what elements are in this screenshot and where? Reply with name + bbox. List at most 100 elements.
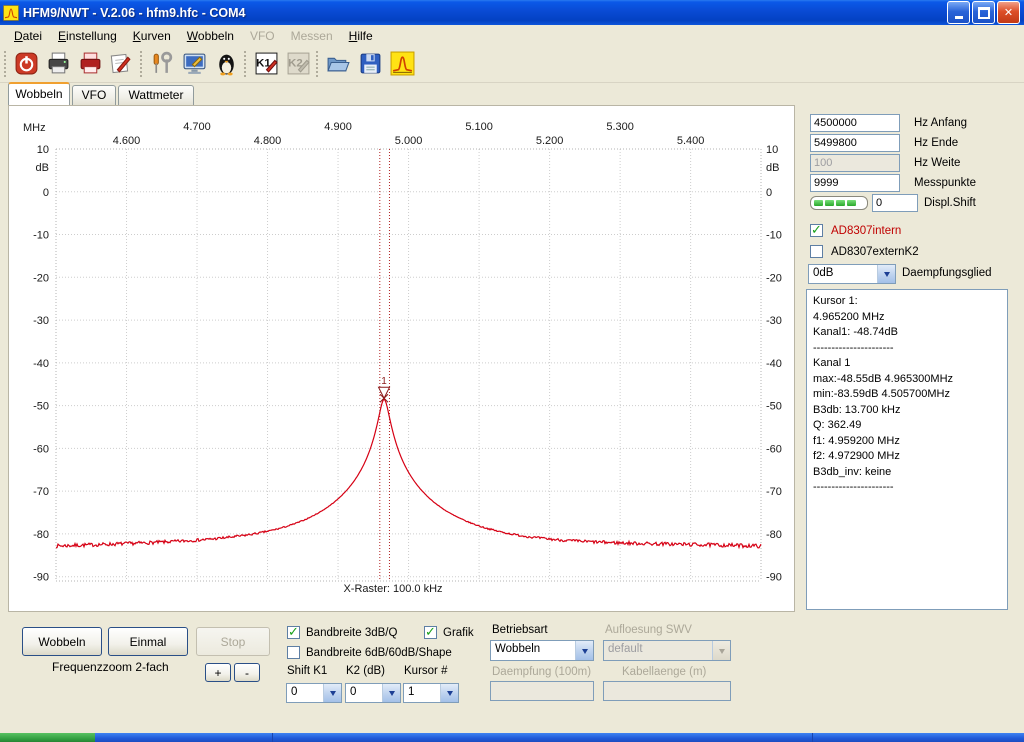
close-button[interactable]: ✕: [997, 1, 1020, 24]
menu-wobbeln[interactable]: Wobbeln: [179, 26, 242, 46]
toolbar-handle[interactable]: [316, 51, 321, 77]
bandpass-curve-icon: [390, 51, 415, 76]
wobbeln-button[interactable]: Wobbeln: [22, 627, 102, 656]
chevron-down-icon[interactable]: [382, 684, 400, 702]
menu-bar: Datei Einstellung Kurven Wobbeln VFO Mes…: [0, 25, 1024, 47]
hz-ende-label: Hz Ende: [914, 137, 958, 149]
hz-ende-input[interactable]: [810, 134, 900, 152]
svg-text:0: 0: [43, 187, 49, 199]
svg-text:-30: -30: [33, 315, 49, 327]
chevron-down-icon: [712, 641, 730, 660]
menu-datei[interactable]: Datei: [6, 26, 50, 46]
minimize-button[interactable]: [947, 1, 970, 24]
edit-note-button[interactable]: [106, 49, 134, 77]
daempfung-100m-label: Daempfung (100m): [492, 666, 591, 678]
einmal-button[interactable]: Einmal: [108, 627, 188, 656]
daempfungsglied-label: Daempfungsglied: [902, 267, 992, 279]
shift-k1-select[interactable]: 0: [286, 683, 342, 703]
ad8307-extern-label: AD8307externK2: [831, 246, 919, 258]
svg-text:4.600: 4.600: [113, 135, 141, 147]
print-button[interactable]: [44, 49, 72, 77]
ad8307-intern-label: AD8307intern: [831, 225, 901, 237]
svg-text:-20: -20: [766, 272, 782, 284]
taskbar[interactable]: [0, 733, 1024, 742]
sweep-chart[interactable]: MHz4.6004.7004.8004.9005.0005.1005.2005.…: [8, 105, 795, 612]
kanal1-edit-button[interactable]: K1: [252, 49, 280, 77]
svg-text:5.200: 5.200: [536, 135, 564, 147]
tab-wattmeter[interactable]: Wattmeter: [118, 85, 194, 105]
wrench-screwdriver-icon: [150, 51, 175, 76]
settings-tools-button[interactable]: [148, 49, 176, 77]
svg-text:-90: -90: [33, 572, 49, 584]
aufloesung-swv-select: default: [603, 640, 731, 661]
toolbar-handle[interactable]: [244, 51, 249, 77]
svg-text:-10: -10: [33, 230, 49, 242]
chart-canvas[interactable]: MHz4.6004.7004.8004.9005.0005.1005.2005.…: [9, 106, 794, 611]
display-settings-button[interactable]: [180, 49, 208, 77]
svg-text:MHz: MHz: [23, 122, 46, 134]
open-file-button[interactable]: [324, 49, 352, 77]
folder-open-icon: [326, 51, 351, 76]
displ-shift-input[interactable]: [872, 194, 918, 212]
bandbreite-3db-checkbox[interactable]: ✓: [287, 626, 300, 639]
svg-text:dB: dB: [766, 162, 779, 174]
svg-text:dB: dB: [36, 162, 49, 174]
zoom-plus-button[interactable]: +: [205, 663, 231, 682]
k1-icon: K1: [254, 51, 279, 76]
hz-weite-input: [810, 154, 900, 172]
menu-hilfe[interactable]: Hilfe: [341, 26, 381, 46]
svg-text:-70: -70: [766, 486, 782, 498]
betriebsart-select[interactable]: Wobbeln: [490, 640, 594, 661]
start-button[interactable]: [0, 733, 95, 742]
toolbar-handle[interactable]: [140, 51, 145, 77]
svg-text:4.800: 4.800: [254, 135, 282, 147]
maximize-button[interactable]: [972, 1, 995, 24]
k2-db-select[interactable]: 0: [345, 683, 401, 703]
toolbar-handle[interactable]: [4, 51, 9, 77]
svg-text:-40: -40: [766, 358, 782, 370]
bandbreite-6db-checkbox[interactable]: ✓: [287, 646, 300, 659]
svg-text:10: 10: [766, 144, 778, 156]
menu-kurven[interactable]: Kurven: [125, 26, 179, 46]
hz-anfang-input[interactable]: [810, 114, 900, 132]
tab-wobbeln[interactable]: Wobbeln: [8, 82, 70, 105]
svg-text:-80: -80: [766, 529, 782, 541]
linux-penguin-button[interactable]: [212, 49, 240, 77]
ad8307-extern-checkbox[interactable]: ✓: [810, 245, 823, 258]
hz-weite-label: Hz Weite: [914, 157, 960, 169]
kabellaenge-label: Kabellaenge (m): [622, 666, 706, 678]
save-file-button[interactable]: [356, 49, 384, 77]
sweep-curve-button[interactable]: [388, 49, 416, 77]
svg-text:4.900: 4.900: [324, 121, 352, 133]
tab-vfo[interactable]: VFO: [72, 85, 116, 105]
k2-db-label: K2 (dB): [346, 665, 385, 677]
printer-red-icon: [78, 51, 103, 76]
zoom-minus-button[interactable]: -: [234, 663, 260, 682]
svg-text:10: 10: [37, 144, 49, 156]
frequenzzoom-label: Frequenzzoom 2-fach: [52, 660, 169, 674]
menu-einstellung[interactable]: Einstellung: [50, 26, 125, 46]
chevron-down-icon[interactable]: [440, 684, 458, 702]
cursor-info-box: Kursor 1: 4.965200 MHz Kanal1: -48.74dB …: [806, 289, 1008, 610]
app-icon: [3, 5, 19, 21]
svg-text:X-Raster: 100.0 kHz: X-Raster: 100.0 kHz: [343, 583, 442, 595]
power-exit-button[interactable]: [12, 49, 40, 77]
k2-icon-disabled: K2: [286, 51, 311, 76]
grafik-checkbox[interactable]: ✓: [424, 626, 437, 639]
floppy-save-icon: [358, 51, 383, 76]
svg-text:1: 1: [381, 376, 387, 387]
svg-text:-90: -90: [766, 572, 782, 584]
svg-text:5.400: 5.400: [677, 135, 705, 147]
print-red-button[interactable]: [76, 49, 104, 77]
kursor-nr-select[interactable]: 1: [403, 683, 459, 703]
screen-pencil-icon: [182, 51, 207, 76]
daempfungsglied-select[interactable]: 0dB: [808, 264, 896, 284]
ad8307-intern-checkbox[interactable]: ✓: [810, 224, 823, 237]
svg-text:5.300: 5.300: [606, 121, 634, 133]
messpunkte-input[interactable]: [810, 174, 900, 192]
chevron-down-icon[interactable]: [323, 684, 341, 702]
grafik-label: Grafik: [443, 627, 474, 639]
chevron-down-icon[interactable]: [575, 641, 593, 660]
title-bar[interactable]: HFM9/NWT - V.2.06 - hfm9.hfc - COM4 ✕: [0, 0, 1024, 25]
chevron-down-icon[interactable]: [877, 265, 895, 283]
